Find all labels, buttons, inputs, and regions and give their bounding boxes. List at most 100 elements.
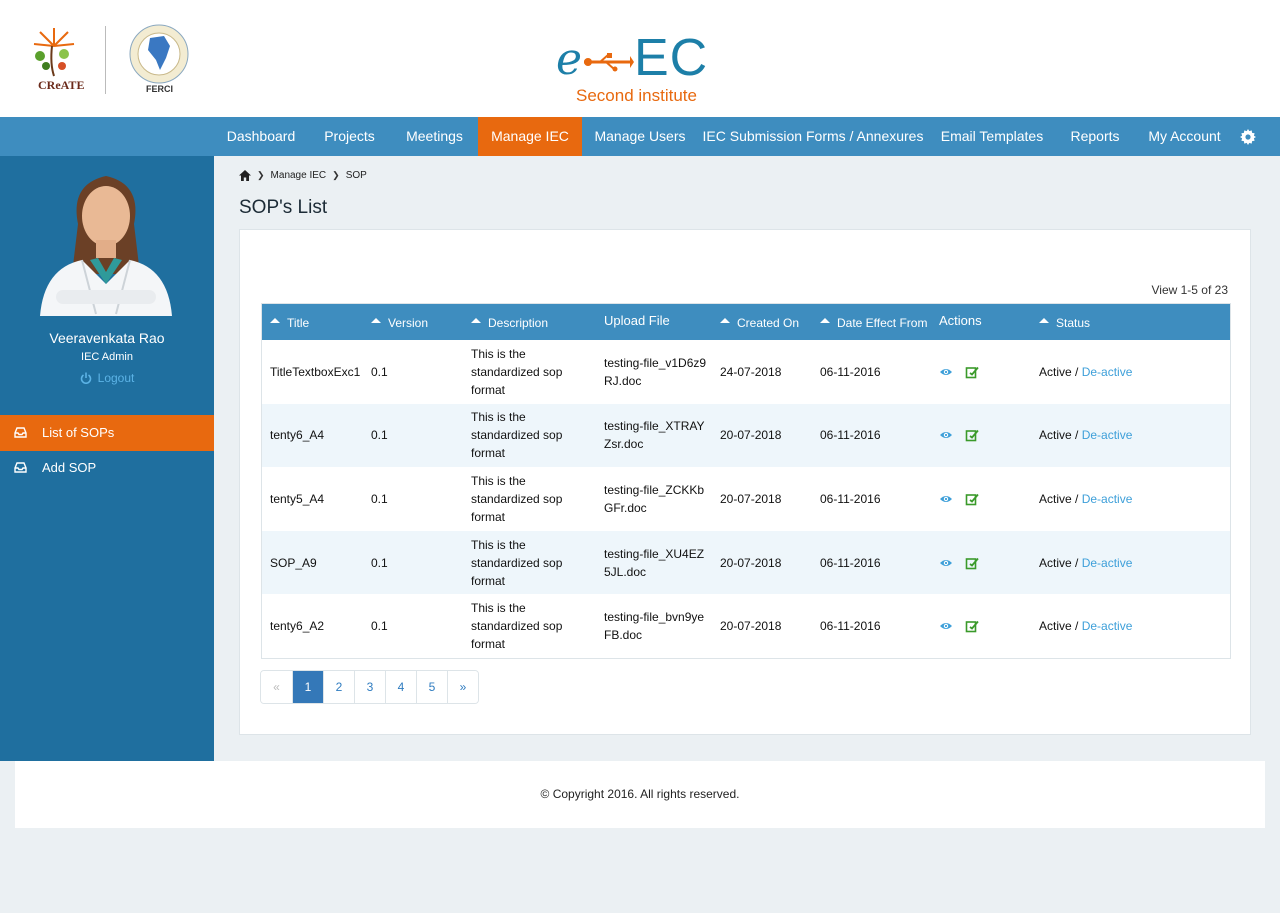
eye-icon[interactable] <box>939 428 953 442</box>
brand-e: e <box>556 34 583 85</box>
cell-date-effect-from: 06-11-2016 <box>820 491 881 506</box>
deactivate-link[interactable]: De-active <box>1082 617 1133 635</box>
pagination-page-5[interactable]: 5 <box>416 671 447 703</box>
cell-description: This is the standardized sop format <box>471 594 581 658</box>
edit-icon[interactable] <box>965 428 979 442</box>
nav-manage-users[interactable]: Manage Users <box>582 117 698 156</box>
deactivate-link[interactable]: De-active <box>1082 490 1133 508</box>
ferci-logo: FERCI <box>126 24 192 96</box>
edit-icon[interactable] <box>965 619 979 633</box>
cell-description: This is the standardized sop format <box>471 531 581 595</box>
cell-actions <box>939 594 1029 658</box>
caret-up-icon <box>1039 318 1049 323</box>
table-row: tenty5_A4 0.1 This is the standardized sop… <box>262 467 1230 531</box>
cell-upload-file: testing-file_bvn9yeFB.doc <box>604 594 708 658</box>
th-title[interactable]: Title <box>262 304 362 340</box>
status-active: Active <box>1039 491 1072 506</box>
cell-file-text[interactable]: testing-file_XU4EZ5JL.doc <box>604 545 708 581</box>
deactivate-link[interactable]: De-active <box>1082 363 1133 381</box>
cell-file-text[interactable]: testing-file_ZCKKbGFr.doc <box>604 481 708 517</box>
cell-created-on: 20-07-2018 <box>720 619 782 634</box>
th-description[interactable]: Description <box>463 304 593 340</box>
sidebar-item-list-of-sops[interactable]: List of SOPs <box>0 415 214 451</box>
cell-created-on: 20-07-2018 <box>720 491 782 506</box>
chevron-right-icon: ❯ <box>257 169 265 180</box>
logout-link[interactable]: Logout <box>0 371 214 385</box>
pagination-next[interactable]: » <box>447 671 478 703</box>
pagination-page-1[interactable]: 1 <box>292 671 323 703</box>
eye-icon[interactable] <box>939 365 953 379</box>
cell-description: This is the standardized sop format <box>471 467 581 531</box>
page-title: SOP's List <box>239 197 328 218</box>
table-row: SOP_A9 0.1 This is the standardized sop fo… <box>262 530 1230 595</box>
breadcrumb: ❯ Manage IEC ❯ SOP <box>239 168 367 182</box>
deactivate-link[interactable]: De-active <box>1082 554 1133 572</box>
edit-icon[interactable] <box>965 365 979 379</box>
nav-my-account[interactable]: My Account <box>1134 117 1235 156</box>
th-version[interactable]: Version <box>363 304 463 340</box>
cell-actions <box>939 404 1029 468</box>
edit-icon[interactable] <box>965 492 979 506</box>
th-date-effect-from[interactable]: Date Effect From <box>812 304 932 340</box>
cell-created-on: 24-07-2018 <box>720 364 782 379</box>
sop-table: Title Version Description Upload File Cr… <box>261 303 1231 659</box>
cell-status: Active / De-active <box>1039 594 1189 658</box>
cell-upload-file: testing-file_XU4EZ5JL.doc <box>604 531 708 595</box>
cell-title: tenty6_A2 <box>270 594 362 658</box>
brand-logo: e EC Second institute <box>556 30 726 108</box>
nav-dashboard[interactable]: Dashboard <box>214 117 308 156</box>
th-actions: Actions <box>931 304 1031 340</box>
table-body: TitleTextboxExc1 0.1 This is the standardi… <box>262 340 1230 658</box>
th-label: Date Effect From <box>837 316 928 330</box>
cell-status: Active / De-active <box>1039 531 1189 595</box>
caret-up-icon <box>820 318 830 323</box>
nav-meetings[interactable]: Meetings <box>391 117 478 156</box>
pagination-page-4[interactable]: 4 <box>385 671 416 703</box>
cell-title-text: tenty5_A4 <box>270 491 325 506</box>
cell-actions <box>939 467 1029 531</box>
eye-icon[interactable] <box>939 492 953 506</box>
cell-status: Active / De-active <box>1039 340 1189 404</box>
sidebar: Veeravenkata Rao IEC Admin Logout List o… <box>0 156 214 761</box>
breadcrumb-manage-iec[interactable]: Manage IEC <box>271 170 327 181</box>
cell-date-effect-from: 06-11-2016 <box>820 364 881 379</box>
sidebar-item-add-sop[interactable]: Add SOP <box>0 450 214 486</box>
cell-file-text[interactable]: testing-file_bvn9yeFB.doc <box>604 608 708 644</box>
ferci-logo-text: FERCI <box>146 84 173 94</box>
nav-iec-submission-forms[interactable]: IEC Submission Forms / Annexures <box>698 117 928 156</box>
cell-description-text: This is the standardized sop format <box>471 601 563 652</box>
status-active: Active <box>1039 364 1072 379</box>
nav-manage-iec[interactable]: Manage IEC <box>478 117 582 156</box>
nav-projects[interactable]: Projects <box>308 117 391 156</box>
cell-title: SOP_A9 <box>270 531 362 595</box>
cell-description-text: This is the standardized sop format <box>471 346 563 397</box>
nav-email-templates[interactable]: Email Templates <box>928 117 1056 156</box>
status-separator: / <box>1071 555 1082 570</box>
caret-up-icon <box>371 318 381 323</box>
pagination-prev[interactable]: « <box>261 671 292 703</box>
cell-file-text[interactable]: testing-file_v1D6z9RJ.doc <box>604 354 708 390</box>
breadcrumb-sop: SOP <box>345 169 367 181</box>
header: CReATE FERCI e EC Second institute <box>0 0 1280 117</box>
usb-icon <box>584 53 634 72</box>
edit-icon[interactable] <box>965 556 979 570</box>
pagination-page-2[interactable]: 2 <box>323 671 354 703</box>
cell-description: This is the standardized sop format <box>471 340 581 404</box>
pagination-page-3[interactable]: 3 <box>354 671 385 703</box>
cell-status: Active / De-active <box>1039 404 1189 468</box>
th-label: Upload File <box>604 313 670 328</box>
cell-upload-file: testing-file_v1D6z9RJ.doc <box>604 340 708 404</box>
deactivate-link[interactable]: De-active <box>1082 426 1133 444</box>
sop-list-panel: View 1-5 of 23 Title Version Description… <box>239 229 1251 735</box>
th-status[interactable]: Status <box>1031 304 1181 340</box>
home-icon[interactable] <box>239 169 251 181</box>
nav-reports[interactable]: Reports <box>1056 117 1134 156</box>
eye-icon[interactable] <box>939 556 953 570</box>
eye-icon[interactable] <box>939 619 953 633</box>
cell-upload-file: testing-file_XTRAYZsr.doc <box>604 404 708 468</box>
status-active: Active <box>1039 555 1072 570</box>
th-created-on[interactable]: Created On <box>712 304 812 340</box>
status-separator: / <box>1071 619 1082 634</box>
cell-file-text[interactable]: testing-file_XTRAYZsr.doc <box>604 417 708 453</box>
gear-icon[interactable] <box>1240 129 1256 145</box>
